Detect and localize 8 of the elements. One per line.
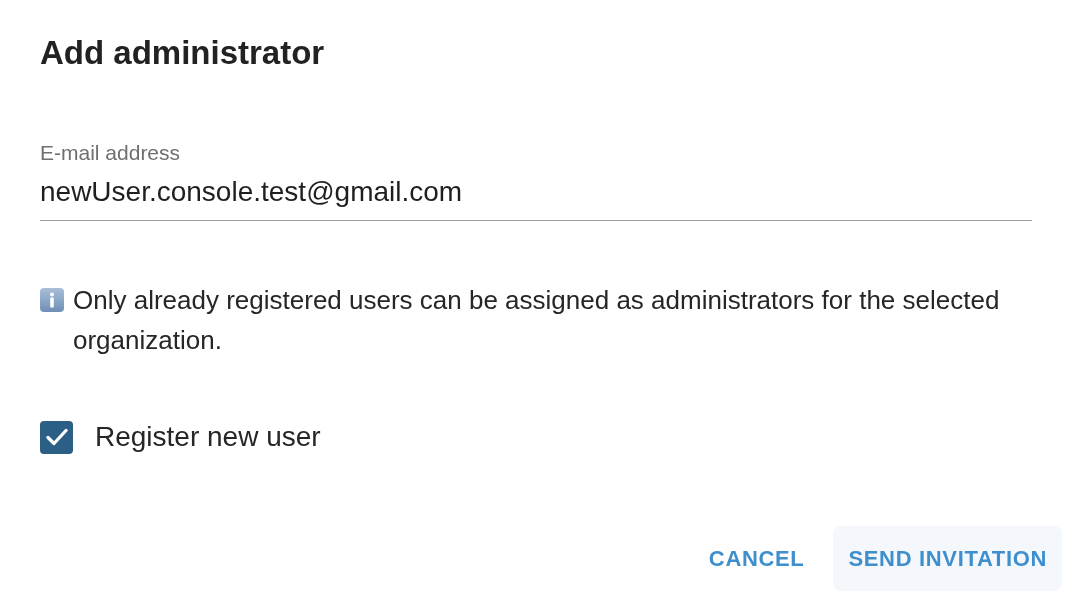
dialog-title: Add administrator — [40, 33, 325, 73]
checkmark-icon — [45, 428, 68, 446]
info-text: Only already registered users can be assigned as administrators for the selected organization. — [73, 284, 1001, 357]
info-icon — [40, 288, 64, 312]
field-label: E-mail address — [40, 140, 181, 166]
email-input[interactable]: newUser.console.test@gmail.com — [40, 175, 1032, 221]
checkbox[interactable] — [40, 420, 73, 454]
checkbox-label[interactable]: Register new user — [95, 420, 321, 454]
